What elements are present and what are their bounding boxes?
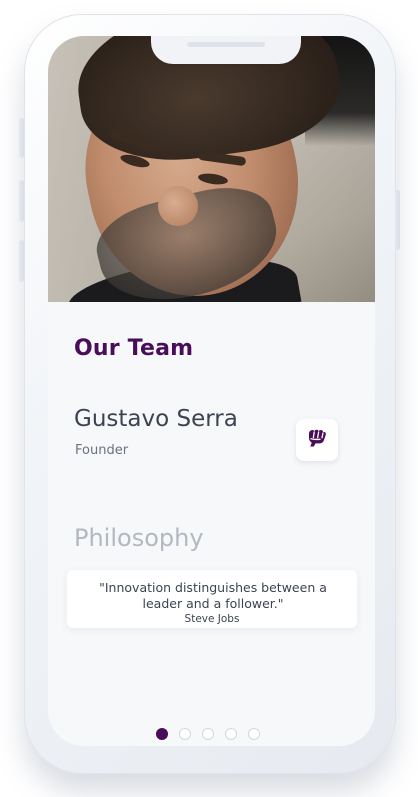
member-name: Gustavo Serra <box>74 406 238 432</box>
device-notch <box>151 36 301 64</box>
section-title: Our Team <box>74 336 194 361</box>
page-dot-3[interactable] <box>202 728 214 740</box>
quote-author: Steve Jobs <box>184 613 240 625</box>
team-card: Our Team Gustavo Serra Founder Philosoph… <box>48 302 375 746</box>
member-role: Founder <box>75 443 129 458</box>
app-screen: Our Team Gustavo Serra Founder Philosoph… <box>48 36 375 746</box>
pagination-dots <box>156 728 260 740</box>
power-button <box>395 190 400 250</box>
philosophy-heading: Philosophy <box>74 524 204 552</box>
mute-switch <box>19 240 24 282</box>
page-dot-2[interactable] <box>179 728 191 740</box>
quote-card: "Innovation distinguishes between a lead… <box>67 570 357 628</box>
device-mockup: Our Team Gustavo Serra Founder Philosoph… <box>0 0 418 797</box>
fist-logo-icon <box>305 427 329 453</box>
quote-text: "Innovation distinguishes between a lead… <box>99 580 327 611</box>
team-member-photo <box>48 36 375 302</box>
brand-logo-badge[interactable] <box>296 419 338 461</box>
page-dot-1[interactable] <box>156 728 168 740</box>
page-dot-5[interactable] <box>248 728 260 740</box>
page-dot-4[interactable] <box>225 728 237 740</box>
volume-down-button <box>19 180 24 222</box>
volume-up-button <box>19 118 24 158</box>
speaker-grille <box>187 42 265 47</box>
